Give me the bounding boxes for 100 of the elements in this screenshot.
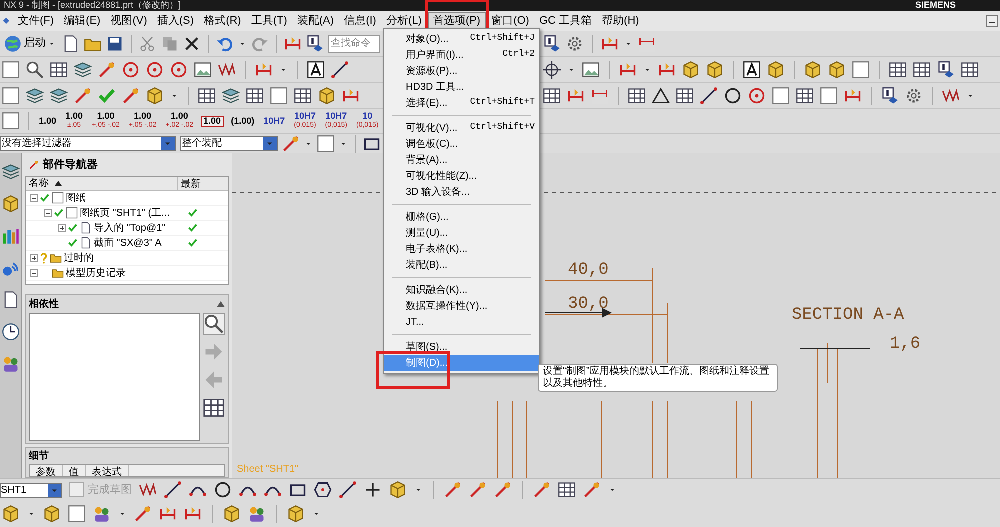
menu-item[interactable]: 插入(S) — [153, 12, 198, 30]
menu-entry[interactable]: 测量(U)... — [384, 225, 539, 241]
frame-icon[interactable] — [852, 60, 870, 78]
menu-entry[interactable]: 3D 输入设备... — [384, 184, 539, 200]
dimension-icon[interactable] — [844, 86, 862, 104]
cube-icon[interactable] — [318, 86, 336, 104]
menu-entry[interactable]: JT... — [384, 314, 539, 330]
wave-icon[interactable] — [942, 86, 960, 104]
dimension-icon[interactable] — [601, 34, 619, 52]
wave-icon[interactable] — [139, 481, 157, 499]
text-icon[interactable] — [307, 60, 325, 78]
table-icon[interactable] — [676, 86, 694, 104]
menu-item[interactable]: 信息(I) — [340, 12, 380, 30]
pin-icon[interactable] — [74, 86, 92, 104]
frame-icon[interactable] — [820, 86, 838, 104]
layers-icon[interactable] — [26, 86, 44, 104]
menu-item[interactable]: 工具(T) — [247, 12, 292, 30]
tolerance-button[interactable]: 1.00 — [37, 116, 59, 126]
dimension-icon[interactable] — [255, 60, 273, 78]
dimension-icon[interactable] — [567, 86, 585, 104]
circle-icon[interactable] — [214, 481, 232, 499]
tree-item[interactable]: 导入的 "Top@1" — [94, 220, 166, 236]
table-icon[interactable] — [889, 60, 907, 78]
cube-icon[interactable] — [43, 505, 61, 523]
pin-icon[interactable] — [583, 481, 601, 499]
start-button[interactable]: 启动 — [2, 32, 58, 54]
bar-graph-icon[interactable] — [2, 227, 20, 245]
expander-icon[interactable] — [58, 224, 66, 232]
selection-filter-dropdown[interactable]: 没有选择过滤器 — [0, 136, 176, 151]
tree-item[interactable]: 过时的 — [64, 250, 94, 266]
cube-icon[interactable] — [804, 60, 822, 78]
dimension-icon[interactable] — [658, 60, 676, 78]
cube-icon[interactable] — [706, 60, 724, 78]
plus-icon[interactable] — [364, 481, 382, 499]
line-icon[interactable] — [164, 481, 182, 499]
triangle-icon[interactable] — [652, 86, 670, 104]
pin-icon[interactable] — [134, 505, 152, 523]
page-icon[interactable] — [62, 34, 80, 52]
tree-item[interactable]: 图纸页 "SHT1" (工... — [80, 206, 170, 220]
layers-icon[interactable] — [50, 86, 68, 104]
cube-icon[interactable] — [682, 60, 700, 78]
menu-item[interactable]: 格式(R) — [200, 12, 246, 30]
dimension-icon[interactable] — [342, 86, 360, 104]
table-icon[interactable] — [796, 86, 814, 104]
clock-icon[interactable] — [2, 323, 20, 341]
crosshair-icon[interactable] — [543, 60, 561, 78]
menu-entry[interactable]: 背景(A)... — [384, 152, 539, 168]
menu-entry[interactable]: 电子表格(K)... — [384, 241, 539, 257]
menu-item[interactable]: 帮助(H) — [598, 12, 644, 30]
menu-item[interactable]: 编辑(E) — [60, 12, 105, 30]
frame-icon[interactable] — [2, 112, 20, 130]
scissors-icon[interactable] — [139, 34, 157, 52]
tolerance-button[interactable]: 10H7 — [262, 116, 288, 126]
tolerance-button[interactable]: 1.00 — [200, 116, 224, 126]
table-icon[interactable] — [294, 86, 312, 104]
line-icon[interactable] — [331, 60, 349, 78]
gear-icon[interactable] — [905, 86, 923, 104]
layers-icon[interactable] — [222, 86, 240, 104]
expander-icon[interactable] — [44, 209, 52, 217]
pin-icon[interactable] — [469, 481, 487, 499]
menu-item[interactable]: 文件(F) — [14, 12, 58, 30]
collapse-icon[interactable] — [217, 301, 225, 308]
menu-entry[interactable]: 选择(E)... Ctrl+Shift+T — [384, 95, 539, 111]
table-icon[interactable] — [50, 60, 68, 78]
pin-icon[interactable] — [494, 481, 512, 499]
tree-item[interactable]: 图纸 — [66, 190, 86, 206]
table-icon[interactable] — [961, 60, 979, 78]
menu-item[interactable]: 窗口(O) — [488, 12, 534, 30]
menu-item[interactable]: 分析(L) — [382, 12, 426, 30]
image-icon[interactable] — [194, 60, 212, 78]
menu-item[interactable]: 装配(A) — [293, 12, 338, 30]
table-icon[interactable] — [913, 60, 931, 78]
cube-icon[interactable] — [146, 86, 164, 104]
table-icon[interactable] — [628, 86, 646, 104]
scope-dropdown[interactable]: 整个装配 — [180, 136, 278, 151]
menu-entry[interactable]: 栅格(G)... — [384, 209, 539, 225]
menu-item[interactable]: 首选项(P) — [428, 12, 486, 30]
menu-entry[interactable]: 用户界面(I)... Ctrl+2 — [384, 47, 539, 63]
table-icon[interactable] — [198, 86, 216, 104]
column-header[interactable]: 参数 — [30, 465, 63, 476]
layers-icon[interactable] — [2, 163, 20, 181]
column-header[interactable]: 表达式 — [86, 465, 129, 476]
table-icon[interactable] — [558, 481, 576, 499]
menu-entry[interactable]: 可视化性能(Z)... — [384, 168, 539, 184]
tree-item[interactable]: 模型历史记录 — [66, 266, 126, 280]
cube-icon[interactable] — [767, 60, 785, 78]
dimension-icon[interactable] — [619, 60, 637, 78]
menu-entry[interactable]: 知识融合(K)... — [384, 282, 539, 298]
table-icon[interactable] — [203, 397, 225, 420]
cube-icon[interactable] — [389, 481, 407, 499]
line-icon[interactable] — [700, 86, 718, 104]
layers-icon[interactable] — [74, 60, 92, 78]
minimize-icon[interactable] — [986, 15, 998, 27]
cube-icon[interactable] — [2, 505, 20, 523]
pin-icon[interactable] — [98, 60, 116, 78]
frame-icon[interactable] — [2, 60, 20, 78]
text-icon[interactable] — [743, 60, 761, 78]
frame-icon[interactable] — [772, 86, 790, 104]
cube-icon[interactable] — [287, 505, 305, 523]
frame-icon[interactable] — [270, 86, 288, 104]
